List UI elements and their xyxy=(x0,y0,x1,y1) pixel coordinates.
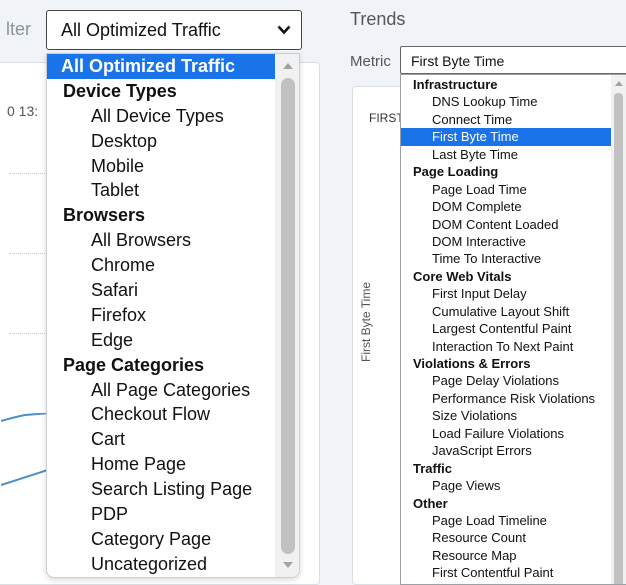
dropdown-option[interactable]: Interaction To Next Paint xyxy=(401,338,612,355)
dropdown-option[interactable]: Page Views xyxy=(401,477,612,494)
grid-line xyxy=(9,333,49,334)
dropdown-option[interactable]: DNS Lookup Time xyxy=(401,93,612,110)
dropdown-option[interactable]: Load Failure Violations xyxy=(401,425,612,442)
dropdown-option[interactable]: First Contentful Paint xyxy=(401,564,612,581)
metric-select[interactable]: First Byte Time xyxy=(400,46,626,74)
traffic-segment-dropdown[interactable]: All Optimized Traffic Device Types All Dev… xyxy=(46,53,300,578)
dropdown-option[interactable]: Search Listing Page xyxy=(47,477,277,502)
option-group-header: Page Loading xyxy=(413,164,499,180)
scrollbar-thumb[interactable] xyxy=(614,93,623,584)
traffic-segment-select-value: All Optimized Traffic xyxy=(61,20,221,40)
metric-label: Metric xyxy=(350,53,391,70)
option-group-header: Browsers xyxy=(63,205,146,226)
dropdown-option[interactable]: Checkout Flow xyxy=(47,402,277,427)
option-group-header: Page Categories xyxy=(63,354,205,375)
dropdown-option[interactable]: All Page Categories xyxy=(47,378,277,403)
dropdown-option[interactable]: Performance Risk Violations xyxy=(401,390,612,407)
scroll-up-icon[interactable] xyxy=(615,81,623,86)
dropdown-option[interactable]: Cart xyxy=(47,427,277,452)
dropdown-option[interactable]: Resource Map xyxy=(401,547,612,564)
dropdown-option[interactable]: Home Page xyxy=(47,452,277,477)
grid-line xyxy=(9,253,49,254)
dropdown-option[interactable]: Connect Time xyxy=(401,111,612,128)
dropdown-option[interactable]: Safari xyxy=(47,278,277,303)
dropdown-option[interactable]: Page Load Time xyxy=(401,181,612,198)
dropdown-option[interactable]: All Browsers xyxy=(47,228,277,253)
dropdown-option[interactable]: DOM Complete xyxy=(401,198,612,215)
dropdown-option[interactable]: Page Delay Violations xyxy=(401,372,612,389)
dropdown-option[interactable]: Last Byte Time xyxy=(401,146,612,163)
dropdown-scrollbar[interactable] xyxy=(275,54,299,577)
chart-time-tick: 0 13: xyxy=(7,103,39,119)
trends-panel: Trends Metric FIRST First Byte Time Firs… xyxy=(330,0,626,585)
dropdown-option[interactable]: Mobile xyxy=(47,154,277,179)
dropdown-scrollbar[interactable] xyxy=(611,75,626,584)
metric-select-value: First Byte Time xyxy=(411,53,505,69)
dropdown-option[interactable]: Page Load Timeline xyxy=(401,512,612,529)
metric-options: Infrastructure DNS Lookup Time Connect Tim… xyxy=(401,76,612,582)
dropdown-option[interactable]: First Byte Time xyxy=(401,128,612,146)
dropdown-option[interactable]: Resource Count xyxy=(401,529,612,546)
y-axis-label: First Byte Time xyxy=(359,281,373,362)
dropdown-option[interactable]: Size Violations xyxy=(401,407,612,424)
panel-title: Trends xyxy=(350,9,406,29)
dropdown-option[interactable]: Uncategorized xyxy=(47,552,277,577)
scroll-up-icon[interactable] xyxy=(283,63,293,69)
dropdown-option[interactable]: PDP xyxy=(47,502,277,527)
dropdown-option[interactable]: Tablet xyxy=(47,178,277,203)
dropdown-option[interactable]: First Input Delay xyxy=(401,285,612,302)
option-group-header: Device Types xyxy=(63,80,177,101)
dropdown-option[interactable]: Edge xyxy=(47,328,277,353)
chart-line xyxy=(1,413,51,486)
traffic-segment-options: All Optimized Traffic Device Types All Dev… xyxy=(47,54,277,577)
dropdown-option[interactable]: Desktop xyxy=(47,129,277,154)
dropdown-option[interactable]: DOM Interactive xyxy=(401,233,612,250)
dropdown-option[interactable]: Largest Contentful Paint xyxy=(401,320,612,337)
dropdown-option[interactable]: Cumulative Layout Shift xyxy=(401,303,612,320)
traffic-segment-select[interactable]: All Optimized Traffic xyxy=(46,10,302,50)
dropdown-option[interactable]: DOM Content Loaded xyxy=(401,216,612,233)
grid-line xyxy=(9,173,49,174)
dropdown-option[interactable]: All Device Types xyxy=(47,104,277,129)
dropdown-option[interactable]: All Optimized Traffic xyxy=(47,54,277,79)
chevron-down-icon xyxy=(277,25,291,35)
option-group-header: Core Web Vitals xyxy=(413,268,512,284)
scroll-down-icon[interactable] xyxy=(283,562,293,568)
metric-dropdown[interactable]: Infrastructure DNS Lookup Time Connect Tim… xyxy=(400,74,626,585)
dropdown-option[interactable]: Category Page xyxy=(47,527,277,552)
option-group-header: Traffic xyxy=(413,460,453,476)
dropdown-option[interactable]: JavaScript Errors xyxy=(401,442,612,459)
option-group-header: Other xyxy=(413,495,448,511)
option-group-header: Violations & Errors xyxy=(413,356,531,371)
dropdown-option[interactable]: Time To Interactive xyxy=(401,250,612,267)
segment-filter-panel: lter 0 13: All Optimized Traffic All Opt… xyxy=(0,0,330,585)
dropdown-option[interactable]: Chrome xyxy=(47,253,277,278)
scrollbar-thumb[interactable] xyxy=(281,78,295,554)
chart-title: FIRST xyxy=(369,111,404,125)
option-group-header: Infrastructure xyxy=(413,77,498,92)
filter-label: lter xyxy=(6,19,32,39)
dropdown-option[interactable]: Firefox xyxy=(47,303,277,328)
